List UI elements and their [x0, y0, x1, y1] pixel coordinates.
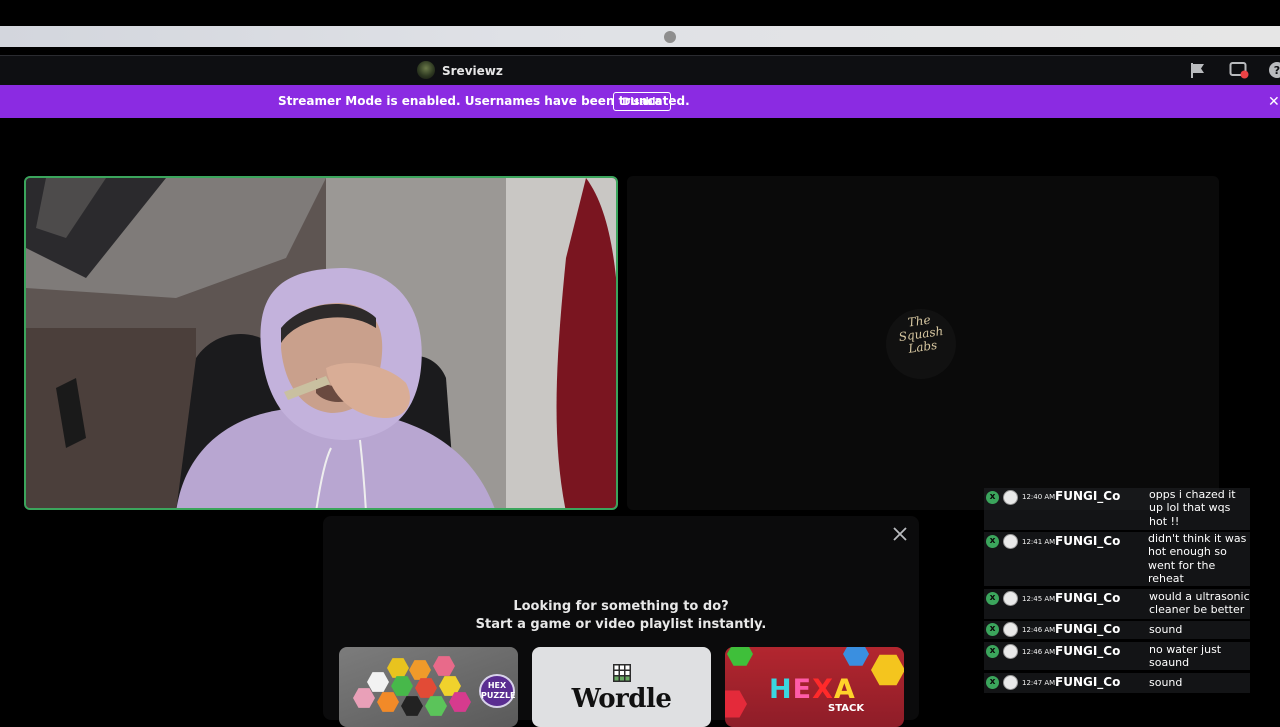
avatar [1003, 675, 1018, 690]
chat-timestamp: 12:45 AM [1022, 595, 1056, 603]
channel-header [0, 55, 1280, 86]
chat-username: FUNGI_Co [1055, 591, 1121, 605]
chat-message: x 12:45 AM FUNGI_Co would a ultrasonic c… [984, 589, 1250, 619]
avatar [1003, 644, 1018, 659]
header-title[interactable]: Sreviewz [442, 64, 503, 78]
hexa-stack-subtitle: STACK [828, 703, 865, 714]
wordle-title: Wordle [571, 684, 672, 714]
chat-text: sound [1149, 676, 1183, 689]
avatar [1003, 622, 1018, 637]
game-card-wordle[interactable]: Wordle [532, 647, 711, 727]
chat-text: would a ultrasonic cleaner be better [1149, 590, 1250, 617]
xbox-icon: x [986, 592, 999, 605]
chat-text: no water just soaund [1149, 643, 1222, 670]
svg-text:?: ? [1274, 64, 1280, 77]
webcam-frame [26, 178, 616, 508]
help-icon[interactable]: ? [1268, 61, 1280, 79]
chat-timestamp: 12:47 AM [1022, 679, 1056, 687]
chat-text: didn't think it was hot enough so went f… [1148, 532, 1247, 586]
hexa-stack-title: HEXA [769, 674, 856, 705]
chat-username: FUNGI_Co [1055, 534, 1121, 548]
hex-tile [871, 654, 904, 686]
hexa-letter: X [812, 674, 834, 705]
hex-tile [401, 696, 423, 716]
hex-tile [409, 660, 431, 680]
chat-username: FUNGI_Co [1055, 675, 1121, 689]
chat-username: FUNGI_Co [1055, 489, 1121, 503]
xbox-icon: x [986, 623, 999, 636]
xbox-icon: x [986, 491, 999, 504]
hex-puzzle-badge: HEX PUZZLE [479, 674, 516, 708]
hex-tile [727, 647, 753, 666]
chat-message: x 12:41 AM FUNGI_Co didn't think it was … [984, 532, 1250, 586]
activity-prompt: Looking for something to do? Start a gam… [323, 598, 919, 634]
wordle-grid-icon [613, 664, 631, 682]
hex-tile [425, 696, 447, 716]
hex-tile [415, 678, 437, 698]
chat-text: sound [1149, 623, 1183, 636]
game-card-hexa-stack[interactable]: HEXA STACK [725, 647, 904, 727]
avatar [1003, 591, 1018, 606]
horizontal-scrollbar[interactable] [0, 26, 1280, 47]
scrollbar-thumb[interactable] [664, 31, 676, 43]
xbox-icon: x [986, 645, 999, 658]
hex-tile [387, 658, 409, 678]
chat-message: x 12:46 AM FUNGI_Co no water just soaund [984, 642, 1250, 670]
disable-streamer-mode-button[interactable]: Disable [613, 92, 671, 111]
screen-share-icon[interactable] [1229, 61, 1249, 79]
chat-message: x 12:40 AM FUNGI_Co opps i chazed it up … [984, 488, 1250, 530]
chat-timestamp: 12:46 AM [1022, 626, 1056, 634]
hexa-letter: E [792, 674, 813, 705]
chat-timestamp: 12:46 AM [1022, 648, 1056, 656]
hex-tile [725, 690, 747, 718]
chat-username: FUNGI_Co [1055, 622, 1121, 636]
game-card-hex-puzzle[interactable]: HEX PUZZLE [339, 647, 518, 727]
close-icon[interactable]: ✕ [1268, 94, 1280, 110]
xbox-icon: x [986, 676, 999, 689]
hex-tile [433, 656, 455, 676]
top-bar [0, 0, 1280, 26]
hex-tile [843, 647, 869, 666]
streamer-avatar[interactable] [417, 61, 435, 79]
activity-prompt-line1: Looking for something to do? [513, 599, 729, 614]
chat-message: x 12:47 AM FUNGI_Co sound [984, 673, 1250, 693]
avatar [1003, 534, 1018, 549]
hexa-letter: H [769, 674, 793, 705]
chat-timestamp: 12:41 AM [1022, 538, 1056, 546]
avatar [1003, 490, 1018, 505]
chat-timestamp: 12:40 AM [1022, 493, 1056, 501]
chat-message: x 12:46 AM FUNGI_Co sound [984, 621, 1250, 639]
video-tile-webcam[interactable] [24, 176, 618, 510]
close-icon[interactable] [891, 525, 909, 543]
hexa-letter: A [833, 674, 856, 705]
chat-username: FUNGI_Co [1055, 644, 1121, 658]
xbox-icon: x [986, 535, 999, 548]
activity-prompt-line2: Start a game or video playlist instantly… [475, 617, 767, 632]
flag-icon[interactable] [1189, 61, 1207, 79]
chat-text: opps i chazed it up lol that wqs hot !! [1149, 488, 1236, 528]
